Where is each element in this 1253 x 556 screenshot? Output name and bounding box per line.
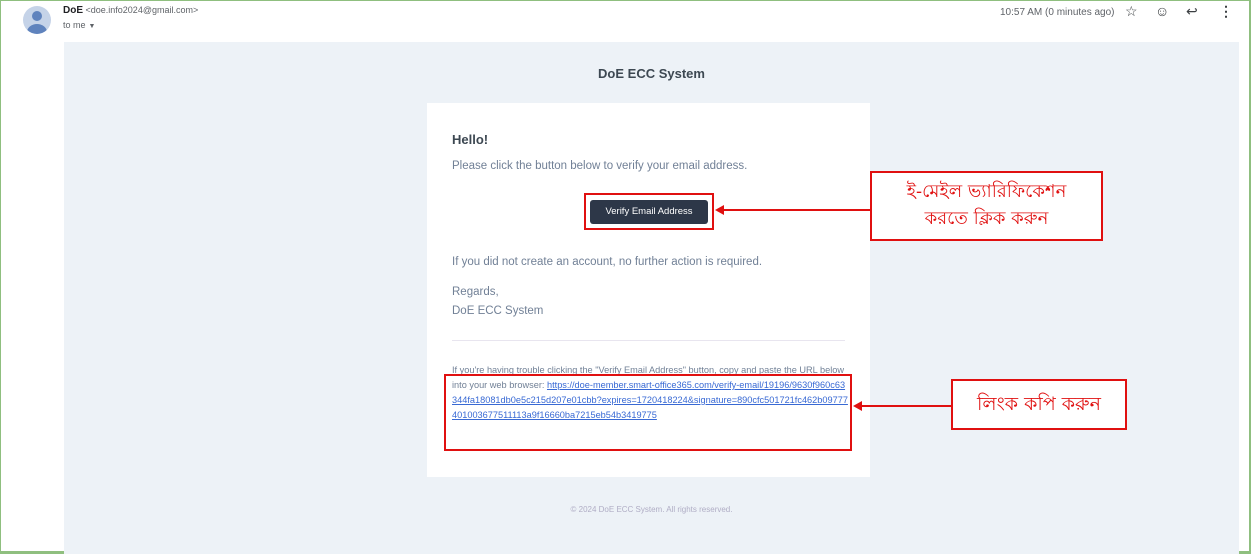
reply-icon[interactable]: ↩ (1186, 3, 1198, 20)
avatar-body-shape (27, 24, 47, 34)
emoji-icon[interactable]: ☺ (1155, 3, 1169, 19)
avatar[interactable] (23, 6, 51, 34)
sender-name[interactable]: DoE (63, 5, 83, 16)
email-body: DoE ECC System Hello! Please click the b… (64, 42, 1239, 554)
no-action-text: If you did not create an account, no fur… (452, 256, 763, 268)
link-arrow-line (860, 405, 953, 407)
signature-text: DoE ECC System (452, 305, 544, 317)
star-icon[interactable]: ☆ (1125, 3, 1138, 20)
recipient-label: to me (63, 20, 86, 30)
link-highlight (444, 374, 852, 451)
greeting: Hello! (452, 132, 489, 147)
divider (452, 340, 845, 341)
verify-arrow-line (722, 209, 872, 211)
regards-text: Regards, (452, 286, 499, 298)
chevron-down-icon[interactable]: ▼ (89, 23, 96, 30)
intro-text: Please click the button below to verify … (452, 160, 748, 172)
more-vert-icon[interactable]: ⋮ (1219, 3, 1233, 20)
system-title: DoE ECC System (598, 66, 705, 81)
recipient-line[interactable]: to me ▼ (63, 20, 95, 30)
verify-annotation: ই-মেইল ভ্যারিফিকেশন করতে ক্লিক করুন (870, 171, 1103, 241)
copyright-footer: © 2024 DoE ECC System. All rights reserv… (570, 505, 733, 514)
verify-annotation-line1: ই-মেইল ভ্যারিফিকেশন (906, 181, 1067, 202)
avatar-head-shape (32, 11, 42, 21)
sender-line: DoE <doe.info2024@gmail.com> (63, 5, 198, 16)
sender-email: <doe.info2024@gmail.com> (85, 5, 199, 15)
verify-annotation-line2: করতে ক্লিক করুন (924, 208, 1049, 229)
timestamp: 10:57 AM (0 minutes ago) (1000, 7, 1115, 18)
link-annotation: লিংক কপি করুন (951, 379, 1127, 430)
verify-button-highlight (584, 193, 714, 230)
